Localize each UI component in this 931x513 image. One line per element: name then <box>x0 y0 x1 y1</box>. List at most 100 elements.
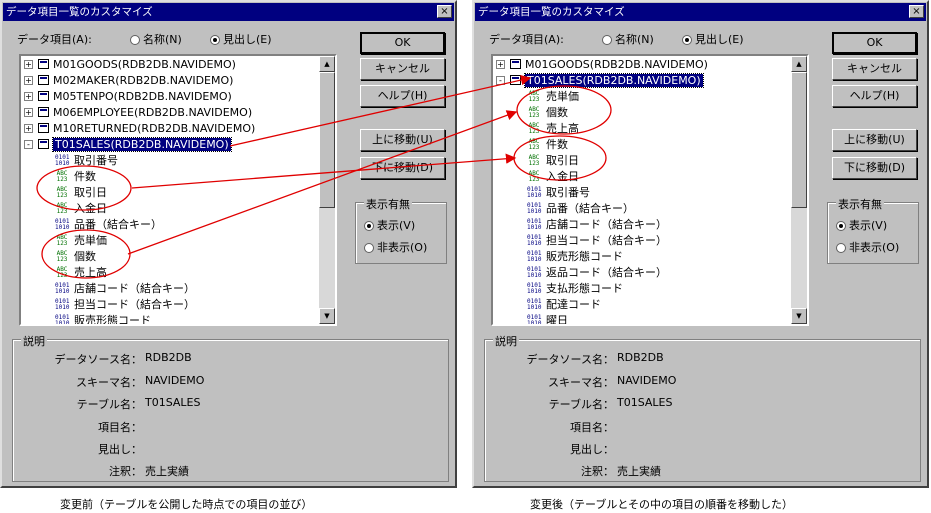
expand-icon[interactable]: + <box>24 76 33 85</box>
tree-table-node[interactable]: + M01GOODS(RDB2DB.NAVIDEMO) <box>24 56 236 73</box>
cancel-button[interactable]: キャンセル <box>832 58 917 80</box>
display-group: 表示有無 表示(V) 非表示(O) <box>827 196 919 264</box>
tree-field-node[interactable]: ABC 123 入金日 <box>527 168 579 185</box>
scroll-up-icon[interactable]: ▲ <box>319 56 335 72</box>
tree-node-label: 売上高 <box>546 122 579 135</box>
help-button[interactable]: ヘルプ(H) <box>832 85 917 107</box>
expand-icon[interactable]: + <box>24 124 33 133</box>
help-button[interactable]: ヘルプ(H) <box>360 85 445 107</box>
expand-icon[interactable]: + <box>24 108 33 117</box>
move-up-button[interactable]: 上に移動(U) <box>360 129 445 151</box>
tree-table-node[interactable]: + M10RETURNED(RDB2DB.NAVIDEMO) <box>24 120 255 137</box>
tree-node-label: T01SALES(RDB2DB.NAVIDEMO) <box>52 137 232 152</box>
tree-field-node[interactable]: 0101 1010 店舗コード（結合キー） <box>55 280 195 297</box>
tree-node-label: 件数 <box>74 170 96 183</box>
expand-icon[interactable]: + <box>24 60 33 69</box>
tree-table-node[interactable]: - T01SALES(RDB2DB.NAVIDEMO) <box>24 136 232 153</box>
tree-field-node[interactable]: ABC 123 売単価 <box>55 232 107 249</box>
close-button[interactable]: × <box>437 5 452 18</box>
tree-field-node[interactable]: ABC 123 件数 <box>527 136 568 153</box>
tree-field-node[interactable]: 0101 1010 配達コード <box>527 296 601 313</box>
data-item-tree[interactable]: 0101 1010 販売形態コード 0101 1010 担当コード（結合キー） 0101 10… <box>19 54 337 326</box>
scroll-down-icon[interactable]: ▼ <box>791 308 807 324</box>
dialog-before: データ項目一覧のカスタマイズ × データ項目(A): 名称(N) 見出し(E) … <box>0 0 457 488</box>
desc-label: テーブル名： <box>548 398 614 411</box>
desc-label: 項目名： <box>98 421 142 434</box>
radio-hide[interactable]: 非表示(O) <box>364 239 427 255</box>
tree-field-node[interactable]: ABC 123 売上高 <box>55 264 107 281</box>
tree-node-label: T01SALES(RDB2DB.NAVIDEMO) <box>524 73 704 88</box>
tree-node-label: 個数 <box>74 250 96 263</box>
tree-field-node[interactable]: 0101 1010 曜日 <box>527 312 568 324</box>
tree-field-node[interactable]: 0101 1010 品番（結合キー） <box>527 200 634 217</box>
cancel-button[interactable]: キャンセル <box>360 58 445 80</box>
tree-table-node[interactable]: + M01GOODS(RDB2DB.NAVIDEMO) <box>496 56 708 73</box>
data-item-tree[interactable]: 0101 1010 曜日 0101 1010 配達コード 0101 1010 支払形態コード 01… <box>491 54 809 326</box>
tree-field-node[interactable]: 0101 1010 返品コード（結合キー） <box>527 264 667 281</box>
radio-name[interactable]: 名称(N) <box>602 31 654 47</box>
tree-field-node[interactable]: ABC 123 売単価 <box>527 88 579 105</box>
scroll-thumb[interactable] <box>319 72 335 208</box>
ok-button[interactable]: OK <box>832 32 917 54</box>
move-down-button[interactable]: 下に移動(D) <box>360 157 445 179</box>
tree-node-label: 担当コード（結合キー） <box>546 234 667 247</box>
tree-field-node[interactable]: 0101 1010 販売形態コード <box>527 248 623 265</box>
tree-field-node[interactable]: ABC 123 個数 <box>527 104 568 121</box>
tree-scrollbar[interactable]: ▲ ▼ <box>791 56 807 324</box>
tree-field-node[interactable]: ABC 123 入金日 <box>55 200 107 217</box>
radio-heading[interactable]: 見出し(E) <box>210 31 272 47</box>
collapse-icon[interactable]: - <box>24 140 33 149</box>
radio-hide[interactable]: 非表示(O) <box>836 239 899 255</box>
radio-circle-icon <box>602 35 612 45</box>
move-up-button[interactable]: 上に移動(U) <box>832 129 917 151</box>
tree-field-node[interactable]: 0101 1010 担当コード（結合キー） <box>527 232 667 249</box>
desc-label: 注釈： <box>581 465 614 478</box>
tree-field-node[interactable]: 0101 1010 担当コード（結合キー） <box>55 296 195 313</box>
tree-table-node[interactable]: - T01SALES(RDB2DB.NAVIDEMO) <box>496 72 704 89</box>
scroll-down-icon[interactable]: ▼ <box>319 308 335 324</box>
move-down-button[interactable]: 下に移動(D) <box>832 157 917 179</box>
expand-icon[interactable]: + <box>496 60 505 69</box>
window-title: データ項目一覧のカスタマイズ <box>6 6 153 18</box>
tree-field-node[interactable]: ABC 123 件数 <box>55 168 96 185</box>
tree-scrollbar[interactable]: ▲ ▼ <box>319 56 335 324</box>
description-title: 説明 <box>493 333 519 349</box>
tree-field-node[interactable]: ABC 123 個数 <box>55 248 96 265</box>
tree-field-node[interactable]: 0101 1010 支払形態コード <box>527 280 623 297</box>
radio-show[interactable]: 表示(V) <box>364 217 415 233</box>
radio-heading[interactable]: 見出し(E) <box>682 31 744 47</box>
tree-node-label: 支払形態コード <box>546 282 623 295</box>
close-button[interactable]: × <box>909 5 924 18</box>
tree-field-node[interactable]: 0101 1010 店舗コード（結合キー） <box>527 216 667 233</box>
desc-label: 見出し： <box>98 443 142 456</box>
text-field-icon: ABC 123 <box>528 90 540 103</box>
tree-table-node[interactable]: + M05TENPO(RDB2DB.NAVIDEMO) <box>24 88 232 105</box>
tree-field-node[interactable]: ABC 123 取引日 <box>527 152 579 169</box>
tree-field-node[interactable]: ABC 123 取引日 <box>55 184 107 201</box>
code-field-icon: 0101 1010 <box>527 266 542 279</box>
radio-name[interactable]: 名称(N) <box>130 31 182 47</box>
tree-node-label: 返品コード（結合キー） <box>546 266 667 279</box>
text-field-icon: ABC 123 <box>56 186 68 199</box>
tree-node-label: 取引日 <box>546 154 579 167</box>
tree-field-node[interactable]: 0101 1010 取引番号 <box>527 184 590 201</box>
tree-table-node[interactable]: + M06EMPLOYEE(RDB2DB.NAVIDEMO) <box>24 104 252 121</box>
code-field-icon: 0101 1010 <box>527 282 542 295</box>
tree-field-node[interactable]: ABC 123 売上高 <box>527 120 579 137</box>
desc-value: 売上実績 <box>617 465 661 478</box>
tree-field-node[interactable]: 0101 1010 取引番号 <box>55 152 118 169</box>
scroll-thumb[interactable] <box>791 72 807 208</box>
tree-table-node[interactable]: + M02MAKER(RDB2DB.NAVIDEMO) <box>24 72 233 89</box>
radio-show[interactable]: 表示(V) <box>836 217 887 233</box>
text-field-icon: ABC 123 <box>56 250 68 263</box>
expand-icon[interactable]: + <box>24 92 33 101</box>
ok-button[interactable]: OK <box>360 32 445 54</box>
tree-node-label: 販売形態コード <box>546 250 623 263</box>
tree-field-node[interactable]: 0101 1010 販売形態コード <box>55 312 151 326</box>
scroll-up-icon[interactable]: ▲ <box>791 56 807 72</box>
caption-after: 変更後（テーブルとその中の項目の順番を移動した） <box>530 498 794 511</box>
tree-field-node[interactable]: 0101 1010 品番（結合キー） <box>55 216 162 233</box>
collapse-icon[interactable]: - <box>496 76 505 85</box>
tree-node-label: 販売形態コード <box>74 314 151 326</box>
description-group: 説明 データソース名： RDB2DB スキーマ名： NAVIDEMO テーブル名… <box>12 333 449 482</box>
